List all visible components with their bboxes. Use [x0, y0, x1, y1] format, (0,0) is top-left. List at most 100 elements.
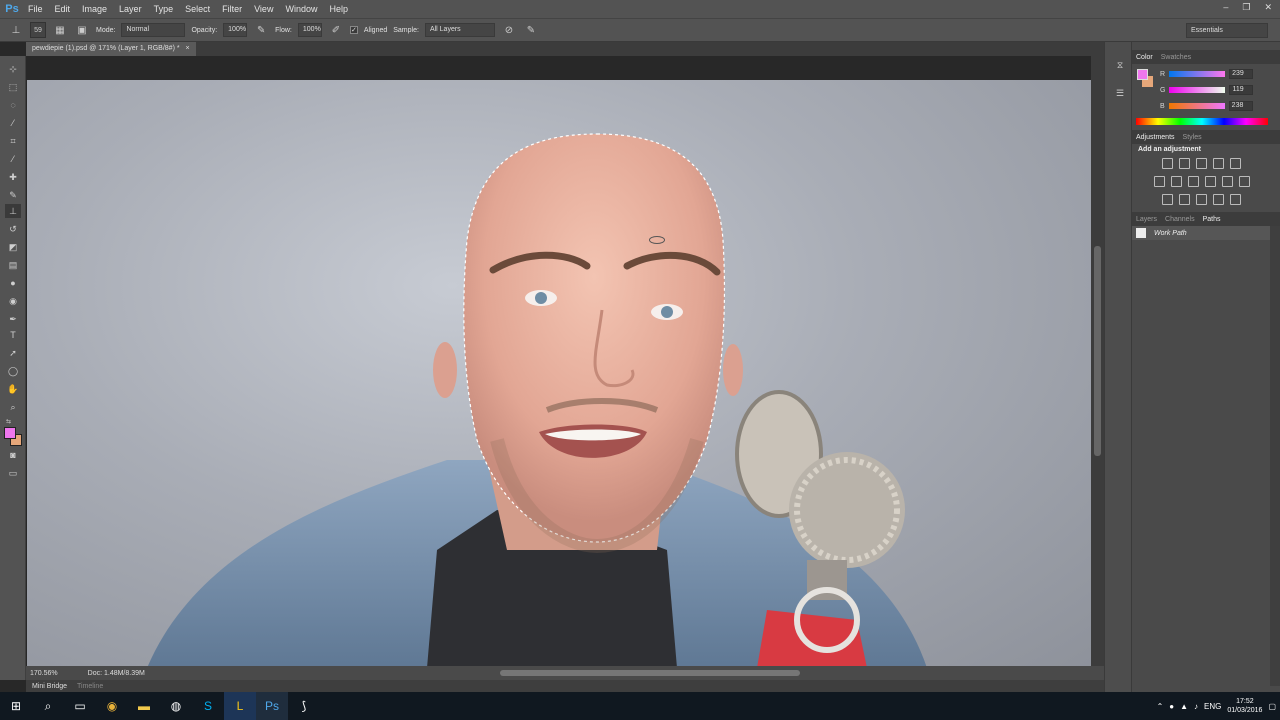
panel-foreground-color[interactable]	[1137, 69, 1148, 80]
dodge-tool-icon[interactable]: ◉	[5, 294, 21, 308]
exposure-icon[interactable]	[1213, 158, 1224, 169]
tray-expand-icon[interactable]: ⌃	[1157, 702, 1164, 711]
threshold-icon[interactable]	[1196, 194, 1207, 205]
color-slider-r[interactable]: R 239	[1160, 69, 1254, 79]
sample-select[interactable]: All Layers	[424, 23, 495, 37]
clock[interactable]: 17:52 01/03/2016	[1227, 697, 1262, 715]
quick-mask-icon[interactable]: ◙	[5, 448, 21, 462]
curves-icon[interactable]	[1196, 158, 1207, 169]
tool-icon[interactable]: ⟆	[288, 692, 320, 720]
mode-select[interactable]: Normal	[121, 23, 186, 37]
doc-size[interactable]: Doc: 1.48M/8.39M	[88, 670, 145, 677]
menu-edit[interactable]: Edit	[49, 0, 77, 18]
menu-select[interactable]: Select	[179, 0, 216, 18]
brush-tool-icon[interactable]: ✎	[5, 188, 21, 202]
horizontal-scrollbar[interactable]	[200, 668, 1085, 678]
history-panel-icon[interactable]: ⧖	[1112, 58, 1128, 72]
eraser-tool-icon[interactable]: ◩	[5, 240, 21, 254]
menu-file[interactable]: File	[22, 0, 49, 18]
menu-window[interactable]: Window	[279, 0, 323, 18]
zoom-tool-icon[interactable]: ⌕	[5, 400, 21, 414]
tab-layers[interactable]: Layers	[1136, 216, 1157, 223]
skype-icon[interactable]: S	[192, 692, 224, 720]
tray-network-icon[interactable]: ▲	[1180, 702, 1188, 711]
brush-panel-icon[interactable]: ▦	[52, 22, 68, 38]
restore-button[interactable]: ❐	[1242, 0, 1250, 14]
tab-paths[interactable]: Paths	[1203, 216, 1221, 223]
close-button[interactable]: ✕	[1264, 0, 1272, 14]
hue-saturation-icon[interactable]	[1154, 176, 1165, 187]
black-white-icon[interactable]	[1188, 176, 1199, 187]
eyedropper-tool-icon[interactable]: ⁄	[5, 152, 21, 166]
vibrance-icon[interactable]	[1230, 158, 1241, 169]
windows-start-icon[interactable]: ⊞	[0, 692, 32, 720]
menu-view[interactable]: View	[248, 0, 279, 18]
channel-mixer-icon[interactable]	[1222, 176, 1233, 187]
tab-color[interactable]: Color	[1136, 54, 1153, 61]
zoom-level[interactable]: 170.56%	[30, 670, 58, 677]
workspace-select[interactable]: Essentials	[1186, 23, 1268, 38]
pen-tool-icon[interactable]: ✒	[5, 312, 21, 326]
crop-tool-icon[interactable]: ⌗	[5, 134, 21, 148]
aligned-checkbox[interactable]: ✓	[349, 26, 358, 34]
path-selection-tool-icon[interactable]: ➚	[5, 346, 21, 360]
menu-type[interactable]: Type	[148, 0, 180, 18]
panel-scrollbar[interactable]	[1270, 226, 1280, 686]
photoshop-taskbar-icon[interactable]: Ps	[256, 692, 288, 720]
mini-bridge-tab[interactable]: Mini Bridge	[32, 683, 67, 690]
path-row[interactable]: Work Path	[1132, 226, 1270, 240]
document-canvas[interactable]	[27, 80, 1091, 668]
pressure-size-icon[interactable]: ✎	[523, 22, 539, 38]
vertical-scroll-thumb[interactable]	[1094, 246, 1101, 456]
language-indicator[interactable]: ENG	[1204, 702, 1221, 711]
menu-filter[interactable]: Filter	[216, 0, 248, 18]
color-slider-b[interactable]: B 238	[1160, 101, 1253, 111]
clone-stamp-icon[interactable]: ⊥	[8, 22, 24, 38]
menu-help[interactable]: Help	[323, 0, 354, 18]
color-slider-g[interactable]: G 119	[1160, 85, 1254, 95]
brightness-icon[interactable]	[1162, 158, 1173, 169]
search-icon[interactable]: ⌕	[32, 692, 64, 720]
shape-tool-icon[interactable]: ◯	[5, 364, 21, 378]
gradient-tool-icon[interactable]: ▤	[5, 258, 21, 272]
chrome-icon[interactable]: ◉	[96, 692, 128, 720]
horizontal-scroll-thumb[interactable]	[500, 670, 800, 676]
task-view-icon[interactable]: ▭	[64, 692, 96, 720]
lasso-tool-icon[interactable]: ◌	[5, 98, 21, 112]
clone-source-icon[interactable]: ▣	[74, 22, 90, 38]
timeline-tab[interactable]: Timeline	[77, 683, 103, 690]
quick-selection-tool-icon[interactable]: ⁄	[5, 116, 21, 130]
vertical-scrollbar[interactable]	[1091, 56, 1104, 666]
swap-colors-icon[interactable]: ⇆	[6, 418, 20, 426]
posterize-icon[interactable]	[1179, 194, 1190, 205]
screen-mode-icon[interactable]: ▭	[5, 466, 21, 480]
properties-panel-icon[interactable]: ☰	[1112, 86, 1128, 100]
healing-brush-tool-icon[interactable]: ✚	[5, 170, 21, 184]
minimize-button[interactable]: –	[1223, 0, 1228, 14]
tab-styles[interactable]: Styles	[1183, 134, 1202, 141]
tab-swatches[interactable]: Swatches	[1161, 54, 1191, 61]
opacity-pressure-icon[interactable]: ✎	[253, 22, 269, 38]
menu-layer[interactable]: Layer	[113, 0, 148, 18]
close-tab-icon[interactable]: ×	[186, 45, 190, 52]
file-explorer-icon[interactable]: ▬	[128, 692, 160, 720]
airbrush-icon[interactable]: ✐	[328, 22, 344, 38]
marquee-tool-icon[interactable]: ⬚	[5, 80, 21, 94]
opacity-input[interactable]: 100%	[223, 23, 248, 37]
tray-volume-icon[interactable]: ♪	[1194, 702, 1198, 711]
move-tool-icon[interactable]: ⊹	[5, 62, 21, 76]
document-tab[interactable]: pewdiepie (1).psd @ 171% (Layer 1, RGB/8…	[26, 42, 196, 56]
blur-tool-icon[interactable]: ●	[5, 276, 21, 290]
hand-tool-icon[interactable]: ✋	[5, 382, 21, 396]
lightshot-icon[interactable]: L	[224, 692, 256, 720]
history-brush-tool-icon[interactable]: ↺	[5, 222, 21, 236]
flow-input[interactable]: 100%	[297, 23, 322, 37]
color-balance-icon[interactable]	[1171, 176, 1182, 187]
app-icon[interactable]: ◍	[160, 692, 192, 720]
color-spectrum[interactable]	[1136, 118, 1268, 125]
tray-app-icon[interactable]: ●	[1169, 702, 1174, 711]
menu-image[interactable]: Image	[76, 0, 113, 18]
ignore-adjustment-icon[interactable]: ⊘	[501, 22, 517, 38]
gradient-map-icon[interactable]	[1213, 194, 1224, 205]
foreground-color-swatch[interactable]	[4, 427, 16, 439]
